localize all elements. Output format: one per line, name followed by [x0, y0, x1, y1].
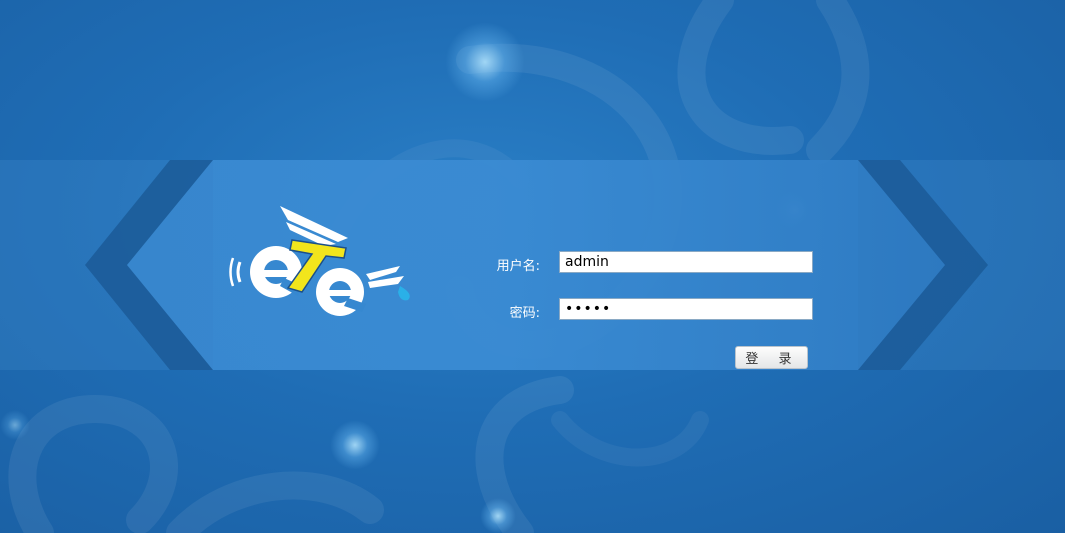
username-label: 用户名:	[496, 259, 540, 274]
login-button[interactable]: 登 录	[735, 346, 808, 369]
password-input[interactable]	[559, 298, 813, 320]
login-page: 用户名: 密码: 登 录	[0, 0, 1065, 533]
cyclist-logo-icon	[229, 206, 410, 316]
username-input[interactable]	[559, 251, 813, 273]
password-label: 密码:	[509, 306, 540, 321]
